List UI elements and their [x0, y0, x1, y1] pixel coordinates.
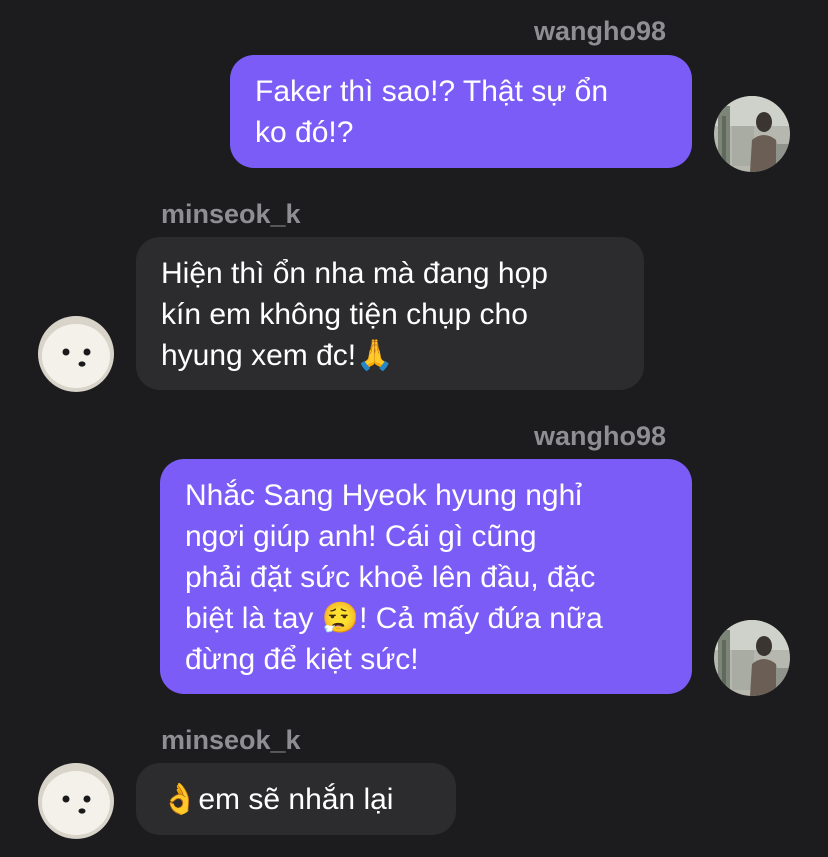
- minseok_k-avatar[interactable]: [38, 763, 114, 839]
- message-text: Hiện thì ổn nha mà đang họp kín em không…: [161, 257, 548, 372]
- wangho98-avatar[interactable]: [714, 96, 790, 172]
- incoming-message-bubble[interactable]: Hiện thì ổn nha mà đang họp kín em không…: [136, 237, 644, 390]
- sender-username: wangho98: [533, 16, 666, 46]
- white-dog-photo-icon: [38, 316, 114, 392]
- message-text: 👌em sẽ nhắn lại: [161, 783, 394, 816]
- sender-username: wangho98: [533, 421, 666, 451]
- sender-username: minseok_k: [161, 725, 301, 755]
- person-photo-icon: [714, 620, 790, 696]
- incoming-message-bubble[interactable]: 👌em sẽ nhắn lại: [136, 763, 456, 835]
- outgoing-message-bubble[interactable]: Nhắc Sang Hyeok hyung nghỉ ngơi giúp anh…: [160, 459, 692, 694]
- sender-username: minseok_k: [161, 199, 301, 229]
- message-text: Faker thì sao!? Thật sự ổn ko đó!?: [255, 75, 609, 149]
- wangho98-avatar[interactable]: [714, 620, 790, 696]
- message-text: Nhắc Sang Hyeok hyung nghỉ ngơi giúp anh…: [185, 479, 603, 676]
- minseok_k-avatar[interactable]: [38, 316, 114, 392]
- person-photo-icon: [714, 96, 790, 172]
- white-dog-photo-icon: [38, 763, 114, 839]
- outgoing-message-bubble[interactable]: Faker thì sao!? Thật sự ổn ko đó!?: [230, 55, 692, 168]
